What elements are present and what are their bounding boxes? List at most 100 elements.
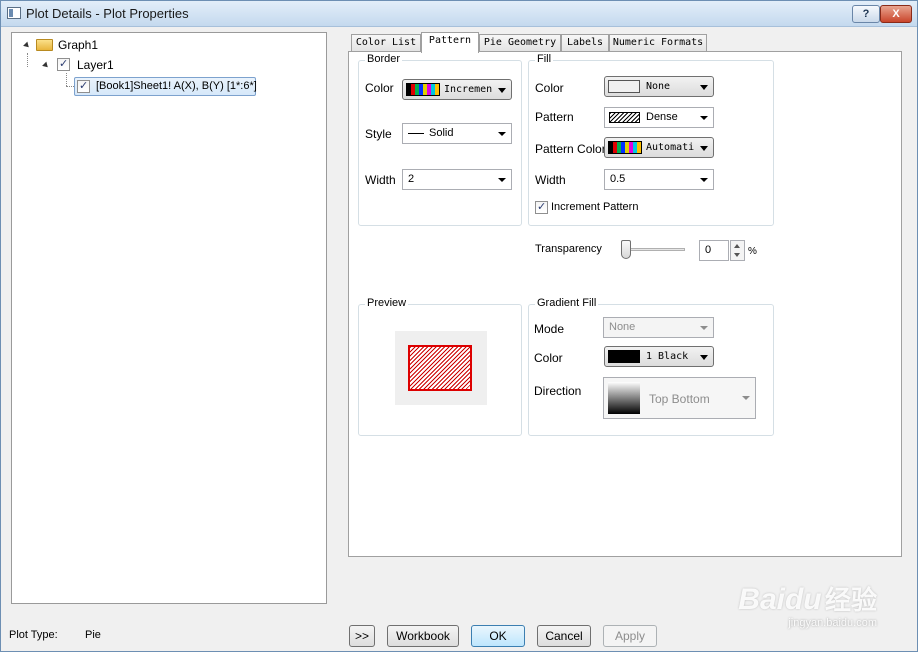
- gradient-mode-combo[interactable]: None: [603, 317, 714, 338]
- gradient-color-value: 1 Black: [646, 351, 689, 362]
- border-style-combo[interactable]: Solid: [402, 123, 512, 144]
- watermark-url: jingyan.baidu.com: [788, 617, 877, 629]
- transparency-label: Transparency: [535, 243, 602, 255]
- dropdown-arrow-icon: [700, 355, 708, 360]
- fill-color-label: Color: [535, 81, 564, 95]
- plot-checkbox[interactable]: [77, 79, 90, 93]
- border-group-title: Border: [365, 53, 403, 65]
- border-width-value: 2: [408, 173, 415, 185]
- apply-button[interactable]: Apply: [603, 625, 657, 647]
- black-color-swatch: [608, 350, 640, 363]
- dropdown-arrow-icon: [498, 178, 506, 182]
- fill-pattern-combo[interactable]: Dense: [604, 107, 714, 128]
- collapse-icon[interactable]: [42, 61, 50, 70]
- plot-type-value: Pie: [85, 629, 101, 641]
- color-increment-swatch: [608, 141, 642, 154]
- tree-node-plot-selected[interactable]: [Book1]Sheet1! A(X), B(Y) [1*:6*]: [74, 77, 257, 96]
- ok-button[interactable]: OK: [471, 625, 525, 647]
- title-bar: Plot Details - Plot Properties ? X: [1, 1, 917, 27]
- gradient-color-combo[interactable]: 1 Black: [604, 346, 714, 367]
- dense-pattern-icon: [609, 112, 640, 123]
- increment-pattern-label: Increment Pattern: [551, 201, 639, 213]
- watermark-brand-cn: 经验: [824, 585, 877, 615]
- tree-node-layer[interactable]: Layer1: [77, 58, 114, 72]
- gradient-color-label: Color: [534, 351, 563, 365]
- preview-group-title: Preview: [365, 297, 409, 309]
- spin-up-icon[interactable]: [734, 244, 740, 248]
- tab-pie-geometry[interactable]: Pie Geometry: [479, 34, 561, 52]
- border-group: Border Color Incremen Style Solid Width …: [358, 53, 522, 226]
- fill-width-value: 0.5: [610, 173, 626, 185]
- gradient-mode-label: Mode: [534, 322, 565, 336]
- close-icon: X: [892, 8, 900, 20]
- preview-group: Preview: [358, 297, 522, 436]
- dropdown-arrow-icon: [700, 85, 708, 90]
- workbook-button[interactable]: Workbook: [387, 625, 459, 647]
- window-title: Plot Details - Plot Properties: [26, 6, 189, 21]
- tree-node-graph[interactable]: Graph1: [58, 38, 98, 52]
- transparency-input[interactable]: 0: [699, 240, 729, 261]
- gradient-direction-value: Top Bottom: [649, 392, 710, 406]
- dropdown-arrow-icon: [700, 326, 708, 330]
- baidu-jingyan-watermark: Baidu 经验 jingyan.baidu.com: [738, 580, 877, 629]
- help-button[interactable]: ?: [852, 5, 880, 23]
- dropdown-arrow-icon: [498, 88, 506, 93]
- tree-node-plot-label: [Book1]Sheet1! A(X), B(Y) [1*:6*]: [96, 80, 257, 92]
- layer-checkbox[interactable]: [57, 57, 70, 71]
- pattern-tab-panel: Border Color Incremen Style Solid Width …: [348, 51, 902, 557]
- fill-pattern-value: Dense: [646, 111, 678, 123]
- cancel-button[interactable]: Cancel: [537, 625, 591, 647]
- border-width-combo[interactable]: 2: [402, 169, 512, 190]
- tab-labels[interactable]: Labels: [561, 34, 609, 52]
- spin-down-icon[interactable]: [734, 253, 740, 257]
- fill-group-title: Fill: [535, 53, 554, 65]
- increment-pattern-checkbox[interactable]: [535, 200, 548, 214]
- transparency-spinner[interactable]: [730, 240, 745, 261]
- dropdown-arrow-icon: [700, 178, 708, 182]
- dropdown-arrow-icon: [498, 132, 506, 136]
- folder-icon: [36, 39, 53, 51]
- dropdown-arrow-icon: [700, 146, 708, 151]
- tab-color-list[interactable]: Color List: [351, 34, 421, 52]
- fill-width-label: Width: [535, 173, 566, 187]
- gradient-mode-value: None: [609, 321, 636, 333]
- pattern-color-combo[interactable]: Automati: [604, 137, 714, 158]
- transparency-slider-thumb[interactable]: [621, 240, 631, 259]
- fill-width-combo[interactable]: 0.5: [604, 169, 714, 190]
- transparency-unit: %: [748, 246, 757, 257]
- fill-color-combo[interactable]: None: [604, 76, 714, 97]
- window-icon: [7, 7, 21, 19]
- border-color-value: Incremen: [444, 84, 493, 95]
- none-color-swatch: [608, 80, 640, 93]
- border-color-label: Color: [365, 81, 394, 95]
- dropdown-arrow-icon: [742, 396, 750, 400]
- color-increment-swatch: [406, 83, 440, 96]
- dropdown-arrow-icon: [700, 116, 708, 120]
- gradient-group-title: Gradient Fill: [535, 297, 599, 309]
- fill-color-value: None: [646, 81, 671, 92]
- transparency-value: 0: [705, 244, 712, 256]
- border-color-combo[interactable]: Incremen: [402, 79, 512, 100]
- pattern-color-label: Pattern Color: [535, 142, 606, 156]
- plot-type-label: Plot Type:: [9, 629, 58, 641]
- plot-details-window: Plot Details - Plot Properties ? X Graph…: [0, 0, 918, 652]
- plot-tree[interactable]: Graph1 Layer1 [Book1]Sheet1! A(X), B(Y) …: [11, 32, 327, 604]
- gradient-direction-label: Direction: [534, 384, 582, 398]
- solid-line-icon: [408, 133, 424, 134]
- border-width-label: Width: [365, 173, 396, 187]
- close-button[interactable]: X: [880, 5, 912, 23]
- watermark-brand: Baidu: [738, 583, 822, 616]
- preview-swatch: [408, 345, 472, 391]
- pattern-color-value: Automati: [646, 142, 695, 153]
- gradient-direction-combo[interactable]: Top Bottom: [603, 377, 756, 419]
- gradient-fill-group: Gradient Fill Mode None Color 1 Black Di…: [528, 297, 774, 436]
- fill-group: Fill Color None Pattern Dense Pattern Co…: [528, 53, 774, 226]
- tab-pattern[interactable]: Pattern: [421, 32, 479, 53]
- tab-numeric-formats[interactable]: Numeric Formats: [609, 34, 707, 52]
- fill-pattern-label: Pattern: [535, 110, 574, 124]
- border-style-value: Solid: [429, 127, 454, 139]
- expand-button[interactable]: >>: [349, 625, 375, 647]
- preview-frame: [395, 331, 487, 405]
- border-style-label: Style: [365, 127, 392, 141]
- collapse-icon[interactable]: [23, 41, 31, 50]
